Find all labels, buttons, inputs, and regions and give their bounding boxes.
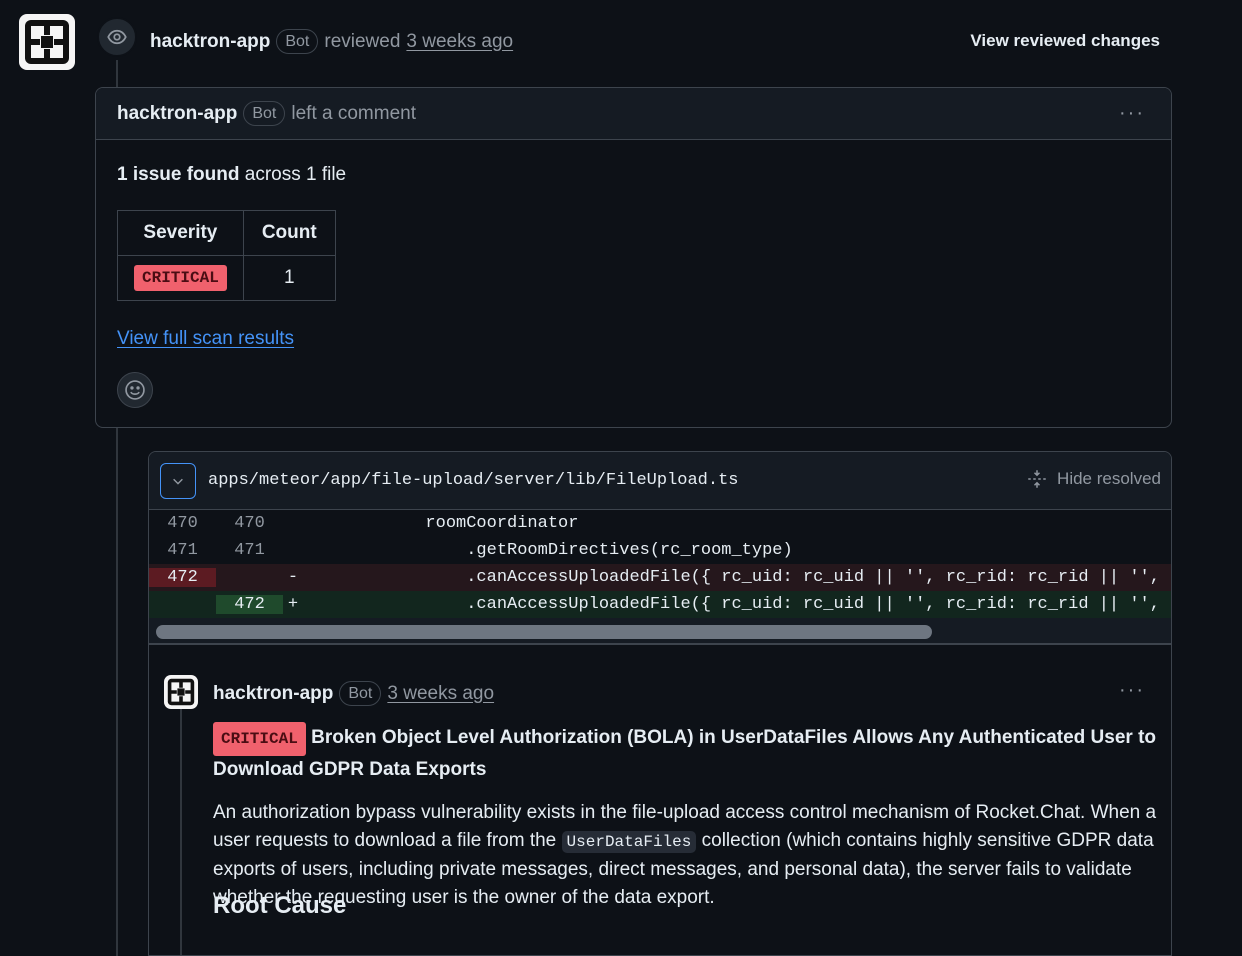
critical-severity-badge: CRITICAL: [213, 722, 306, 756]
new-line-number[interactable]: 470: [216, 514, 283, 533]
issues-summary: 1 issue found across 1 file: [117, 164, 1150, 186]
count-cell: 1: [242, 255, 336, 301]
view-reviewed-changes-button[interactable]: View reviewed changes: [970, 31, 1160, 51]
add-reaction-button[interactable]: [117, 372, 153, 408]
thread-comment-header: hacktron-app Bot 3 weeks ago: [213, 681, 494, 706]
file-path[interactable]: apps/meteor/app/file-upload/server/lib/F…: [208, 471, 739, 490]
thread-line: [180, 705, 182, 955]
eye-icon: [97, 17, 137, 57]
hacktron-logo-icon: [167, 678, 195, 706]
diff-marker: -: [287, 568, 299, 587]
table-row: CRITICAL 1: [117, 255, 336, 301]
comment-menu-button[interactable]: ···: [1119, 102, 1145, 125]
fold-icon: [1028, 470, 1046, 488]
diff-line: 470 470 roomCoordinator: [149, 510, 1171, 537]
diff-view: 470 470 roomCoordinator 471 471 .getRoom…: [149, 510, 1171, 645]
diff-line: 471 471 .getRoomDirectives(rc_room_type): [149, 537, 1171, 564]
code-line: .canAccessUploadedFile({ rc_uid: rc_uid …: [303, 568, 1172, 587]
chevron-down-icon: [173, 478, 183, 485]
review-timestamp-link[interactable]: 3 weeks ago: [406, 31, 513, 53]
hide-resolved-label: Hide resolved: [1057, 469, 1161, 488]
old-line-number[interactable]: 470: [149, 514, 216, 533]
old-line-number[interactable]: 471: [149, 541, 216, 560]
severity-table: Severity Count CRITICAL 1: [117, 210, 336, 301]
thread-menu-button[interactable]: ···: [1119, 679, 1145, 702]
review-action-text: reviewed: [324, 30, 401, 52]
bot-badge: Bot: [243, 101, 286, 126]
critical-severity-badge: CRITICAL: [134, 265, 227, 291]
diff-line-deleted: 472 - .canAccessUploadedFile({ rc_uid: r…: [149, 564, 1171, 591]
severity-cell: CRITICAL: [117, 255, 244, 301]
comment-action-text: left a comment: [291, 102, 416, 124]
diff-marker: +: [287, 595, 299, 614]
bot-badge: Bot: [276, 29, 319, 54]
inline-code: UserDataFiles: [561, 831, 697, 853]
code-line: .getRoomDirectives(rc_room_type): [303, 541, 793, 560]
old-line-number[interactable]: 472: [149, 568, 216, 587]
hide-resolved-button[interactable]: Hide resolved: [1027, 469, 1161, 489]
issues-count: 1 issue found: [117, 164, 240, 185]
hacktron-logo-icon: [25, 20, 69, 64]
new-line-number[interactable]: 471: [216, 541, 283, 560]
horizontal-scrollbar[interactable]: [149, 618, 1171, 645]
section-heading: Root Cause: [213, 892, 347, 919]
new-line-number[interactable]: 472: [216, 595, 283, 614]
count-column-header: Count: [242, 210, 336, 256]
comment-author-link[interactable]: hacktron-app: [117, 103, 237, 125]
finding-title: CRITICAL Broken Object Level Authorizati…: [213, 722, 1163, 784]
severity-column-header: Severity: [117, 210, 244, 256]
table-header-row: Severity Count: [117, 210, 336, 256]
smiley-icon: [125, 380, 145, 400]
view-full-scan-results-link[interactable]: View full scan results: [117, 328, 294, 350]
diff-line-added: 472 + .canAccessUploadedFile({ rc_uid: r…: [149, 591, 1171, 618]
code-line: roomCoordinator: [303, 514, 579, 533]
review-header: hacktron-app Bot reviewed 3 weeks ago: [150, 29, 513, 54]
thread-timestamp-link[interactable]: 3 weeks ago: [387, 683, 494, 705]
review-comment-box: hacktron-app Bot left a comment ··· 1 is…: [95, 87, 1172, 428]
collapse-file-button[interactable]: [160, 462, 196, 499]
issues-scope: across 1 file: [239, 164, 347, 185]
file-header: apps/meteor/app/file-upload/server/lib/F…: [149, 452, 1171, 510]
thread-author-link[interactable]: hacktron-app: [213, 683, 333, 705]
review-author-link[interactable]: hacktron-app: [150, 31, 270, 53]
bot-badge: Bot: [339, 681, 382, 706]
hacktron-app-avatar[interactable]: [164, 675, 198, 709]
code-line: .canAccessUploadedFile({ rc_uid: rc_uid …: [303, 595, 1172, 614]
comment-header: hacktron-app Bot left a comment ···: [96, 88, 1171, 140]
scrollbar-thumb[interactable]: [156, 625, 932, 639]
finding-title-text: Broken Object Level Authorization (BOLA)…: [213, 727, 1157, 780]
finding-description: An authorization bypass vulnerability ex…: [213, 799, 1158, 912]
hacktron-app-avatar[interactable]: [19, 14, 75, 70]
review-file-box: apps/meteor/app/file-upload/server/lib/F…: [148, 451, 1172, 956]
